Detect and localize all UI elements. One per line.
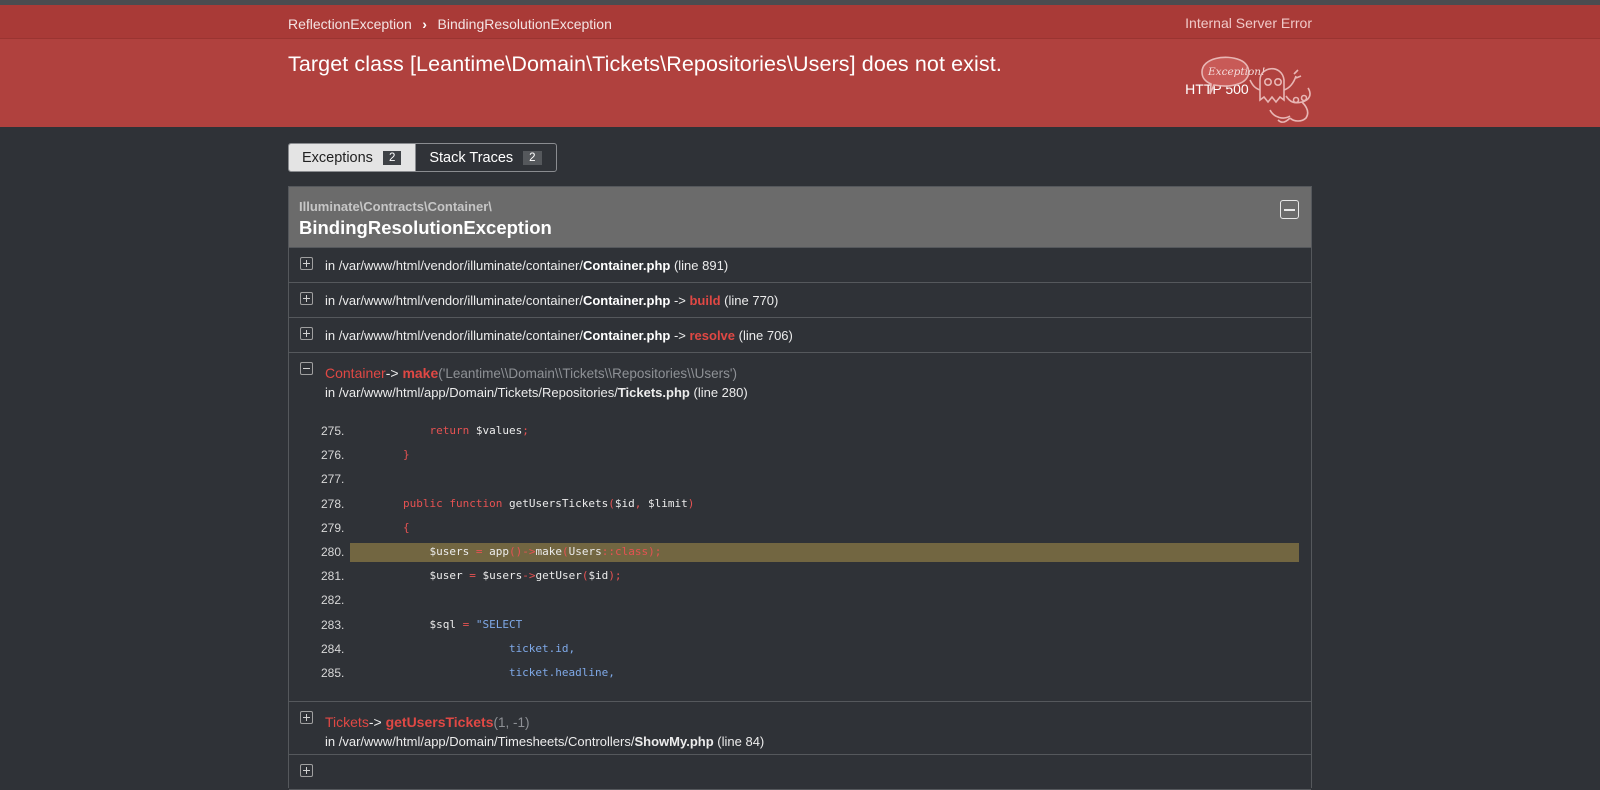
code-line: 282. (289, 588, 1309, 612)
trace-file: Container.php (582, 258, 671, 273)
http-status: HTTP 500 Internal Server Error (1185, 15, 1312, 97)
trace-args: ('Leantime\\Domain\\Tickets\\Repositorie… (438, 366, 737, 381)
code-line: 285. ticket.headline, (289, 661, 1309, 685)
code-line: 278. public function getUsersTickets($id… (289, 492, 1309, 516)
code-line-highlighted: 280. $users = app()->make(Users::class); (289, 540, 1309, 564)
trace-frame[interactable]: in /var/www/html/vendor/illuminate/conta… (289, 248, 1311, 283)
line-number: 281. (321, 569, 345, 584)
trace-function: resolve (689, 328, 736, 343)
exception-panel-header: Illuminate\Contracts\Container\ BindingR… (289, 187, 1311, 248)
trace-class: Tickets (325, 714, 369, 730)
line-number: 284. (321, 641, 345, 656)
exception-class: BindingResolutionException (299, 217, 552, 238)
expand-icon[interactable] (300, 711, 313, 724)
collapse-panel-icon[interactable] (1280, 200, 1299, 219)
chevron-right-icon: › (422, 16, 427, 33)
tab-stack-traces[interactable]: Stack Traces 2 (416, 144, 555, 171)
exception-namespace: Illuminate\Contracts\Container\ (299, 199, 492, 214)
trace-file: Container.php (582, 328, 671, 343)
trace-location: in /var/www/html/app/Domain/Tickets/Repo… (325, 385, 748, 400)
exception-message: Target class [Leantime\Domain\Tickets\Re… (288, 52, 1002, 76)
code-snippet: 275. return $values; 276. } 277. 278. publi… (289, 419, 1309, 685)
code-text: $user = $users->getUser($id); (350, 569, 622, 583)
tab-label: Stack Traces (429, 149, 514, 166)
trace-file: Container.php (582, 293, 671, 308)
trace-file: ShowMy.php (634, 734, 714, 749)
code-text: $users = app()->make(Users::class); (350, 544, 662, 558)
collapse-icon[interactable] (300, 362, 313, 375)
line-number: 275. (321, 424, 345, 438)
code-line: 276. } (289, 443, 1309, 467)
trace-call: Tickets-> getUsersTickets(1, -1) (325, 714, 530, 730)
trace-file: Tickets.php (617, 385, 690, 400)
trace-function: make (402, 365, 439, 381)
header-bar: ReflectionException › BindingResolutionE… (0, 5, 1600, 97)
code-line: 281. $user = $users->getUser($id); (289, 564, 1309, 588)
trace-frame[interactable]: in /var/www/html/vendor/illuminate/conta… (289, 283, 1311, 318)
breadcrumb: ReflectionException › BindingResolutionE… (288, 15, 612, 32)
trace-class: Container (325, 365, 386, 381)
expand-icon[interactable] (300, 327, 313, 340)
line-number: 280. (321, 544, 345, 559)
expand-icon[interactable] (300, 764, 313, 777)
trace-function: build (689, 293, 721, 308)
breadcrumb-item[interactable]: ReflectionException (288, 16, 412, 32)
http-status-text: Internal Server Error (1185, 15, 1312, 31)
trace-function: getUsersTickets (385, 714, 494, 730)
code-line: 283. $sql = "SELECT (289, 613, 1309, 637)
trace-frame-text: in /var/www/html/vendor/illuminate/conta… (325, 258, 729, 273)
trace-frame-text: in /var/www/html/vendor/illuminate/conta… (325, 293, 779, 308)
code-line: 275. return $values; (289, 419, 1309, 443)
code-text: public function getUsersTickets($id, $li… (402, 496, 695, 510)
code-text: return $values; (429, 424, 529, 437)
code-text: $sql = "SELECT (350, 617, 523, 631)
tab-exceptions[interactable]: Exceptions 2 (289, 144, 417, 171)
trace-frame[interactable]: in /var/www/html/vendor/illuminate/conta… (289, 318, 1311, 353)
line-number: 285. (321, 665, 345, 680)
breadcrumb-item[interactable]: BindingResolutionException (438, 16, 612, 32)
ghost-label: Exception! (1207, 66, 1265, 78)
exception-panel: Illuminate\Contracts\Container\ BindingR… (288, 186, 1312, 790)
expand-icon[interactable] (300, 257, 313, 270)
code-line: 284. ticket.id, (289, 637, 1309, 661)
code-line: 279. { (289, 516, 1309, 540)
trace-location: in /var/www/html/app/Domain/Timesheets/C… (325, 734, 765, 749)
line-number: 277. (321, 472, 345, 487)
trace-frame-expanded: Container-> make('Leantime\\Domain\\Tick… (289, 353, 1311, 702)
trace-frame[interactable] (289, 755, 1311, 790)
line-number: 276. (321, 448, 345, 463)
line-number: 283. (321, 617, 345, 632)
tab-count-badge: 2 (382, 150, 402, 165)
trace-frame[interactable]: Tickets-> getUsersTickets(1, -1) in /var… (289, 702, 1311, 755)
code-line: 277. (289, 467, 1309, 491)
tab-count-badge: 2 (523, 150, 542, 165)
code-text: { (402, 520, 410, 534)
expand-icon[interactable] (300, 292, 313, 305)
code-text: } (402, 448, 410, 462)
code-text: ticket.id, (350, 641, 576, 655)
error-header: ReflectionException › BindingResolutionE… (0, 5, 1600, 127)
ghost-logo-icon: Exception! (1201, 56, 1311, 123)
trace-call: Container-> make('Leantime\\Domain\\Tick… (325, 365, 737, 381)
trace-args: (1, -1) (493, 715, 530, 730)
tab-label: Exceptions (302, 149, 373, 166)
trace-frame-text: in /var/www/html/vendor/illuminate/conta… (325, 328, 793, 343)
line-number: 282. (321, 593, 345, 608)
line-number: 278. (321, 496, 345, 511)
line-number: 279. (321, 520, 345, 535)
code-text: ticket.headline, (350, 665, 615, 679)
view-tabs: Exceptions 2 Stack Traces 2 (288, 143, 557, 172)
